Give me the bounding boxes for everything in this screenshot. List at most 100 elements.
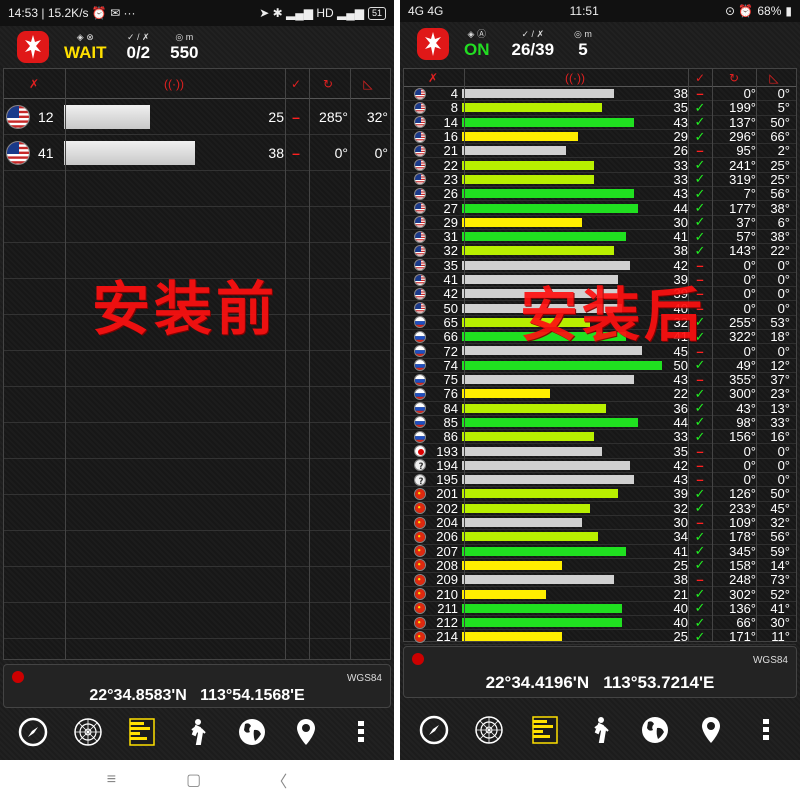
table-row[interactable]: 23 33 ✓ 319° 25°: [404, 171, 796, 188]
signal-bar-track: [462, 375, 662, 385]
signal-bar-track: [462, 446, 662, 456]
table-row[interactable]: 86 33 ✓ 156° 16°: [404, 429, 796, 445]
accuracy-icons: ◎ m: [175, 32, 194, 42]
signal-bar: [462, 618, 622, 628]
table-row[interactable]: 74 50 ✓ 49° 12°: [404, 357, 796, 373]
accuracy: ◎ m 5: [574, 28, 592, 60]
signal-bar: [462, 146, 566, 156]
table-row[interactable]: 214 25 ✓ 171° 11°: [404, 629, 796, 645]
azimuth-value: 95°: [736, 143, 756, 159]
walking-icon[interactable]: [584, 714, 616, 746]
snr-value: 22: [673, 386, 688, 402]
compass-icon[interactable]: [17, 716, 49, 748]
walking-icon[interactable]: [181, 716, 213, 748]
table-row[interactable]: 31 41 ✓ 57° 38°: [404, 229, 796, 245]
flag-unknown-icon: ?: [414, 473, 426, 486]
more-vert-icon[interactable]: [345, 716, 377, 748]
table-row[interactable]: 29 30 ✓ 37° 6°: [404, 214, 796, 230]
signal-bar: [462, 403, 606, 413]
table-row[interactable]: 201 39 ✓ 126° 50°: [404, 486, 796, 502]
signal-bar: [462, 546, 626, 556]
table-row[interactable]: 207 41 ✓ 345° 59°: [404, 543, 796, 559]
satellite-table: ✗ ((·)) ✓ ↻ ◺ 12 25–285° 32° 41 38–0° 0°: [3, 68, 391, 660]
azimuth-value: 136°: [729, 600, 756, 616]
flag-us-icon: [414, 230, 426, 243]
status-icons: ⊙ ⏰ 68% ▮: [725, 4, 792, 18]
snr-value: 50: [673, 357, 688, 373]
signal-bar: [462, 389, 550, 399]
table-row[interactable]: 32 38 ✓ 143° 22°: [404, 243, 796, 259]
snr-value: 38: [673, 572, 688, 588]
table-row[interactable]: 85 44 ✓ 98° 33°: [404, 414, 796, 431]
table-row[interactable]: 16 29 ✓ 296° 66°: [404, 129, 796, 145]
table-row[interactable]: 84 36 ✓ 43° 13°: [404, 400, 796, 416]
azimuth-icon: ↻: [728, 70, 740, 85]
compass-icon[interactable]: [418, 714, 450, 746]
signal-bar-track: [462, 560, 662, 570]
signal-bar: [462, 475, 634, 485]
snr-value: 43: [673, 372, 688, 388]
globe-icon[interactable]: [236, 716, 268, 748]
flag-ru-icon: [414, 402, 426, 415]
table-row[interactable]: 76 22 ✓ 300° 23°: [404, 386, 796, 402]
table-row[interactable]: 14 43 ✓ 137° 50°: [404, 114, 796, 130]
location-pin-icon[interactable]: [695, 714, 727, 746]
table-row[interactable]: 26 43 ✓ 7° 56°: [404, 186, 796, 202]
table-row[interactable]: 21 26– 95° 2°: [404, 143, 796, 159]
table-row[interactable]: 210 21 ✓ 302° 52°: [404, 586, 796, 602]
table-row[interactable]: 212 40 ✓ 66° 30°: [404, 615, 796, 631]
table-row[interactable]: 204 30– 109° 32°: [404, 515, 796, 531]
table-row[interactable]: 193 35– 0° 0°: [404, 443, 796, 459]
table-row[interactable]: 211 40 ✓ 136° 41°: [404, 600, 796, 616]
status-icons: ➤ ✱ ▂▄▆ HD ▂▄▆ 51: [259, 6, 386, 20]
more-vert-icon[interactable]: [750, 714, 782, 746]
table-row[interactable]: 41 38– 0° 0°: [4, 135, 390, 171]
home-button[interactable]: ▢: [186, 770, 201, 790]
signal-bar-track: [462, 103, 662, 113]
table-body: 4 38–0° 0° 8 35 ✓ 199° 5° 14 43 ✓ 137° 50° 16 29 ✓ 296° 6…: [404, 86, 796, 645]
table-body: 12 25–285° 32° 41 38–0° 0°: [4, 99, 390, 171]
sat-id: 193: [436, 443, 458, 459]
radar-icon[interactable]: [473, 714, 505, 746]
used-indicator: ✓: [694, 557, 706, 573]
table-row[interactable]: 206 34 ✓ 178° 56°: [404, 529, 796, 545]
snr-value: 35: [673, 100, 688, 116]
signal-bar: [462, 432, 594, 442]
table-row[interactable]: 75 43– 355° 37°: [404, 372, 796, 388]
table-row[interactable]: 27 44 ✓ 177° 38°: [404, 200, 796, 216]
location-pin-icon[interactable]: [290, 716, 322, 748]
table-row[interactable]: 12 25– 285° 32°: [4, 99, 390, 135]
app-logo-icon[interactable]: [416, 27, 450, 61]
table-row[interactable]: ? 194 42– 0° 0°: [404, 457, 796, 474]
elevation-value: 0°: [777, 457, 790, 473]
sat-id: 76: [443, 386, 458, 402]
azimuth-value: 0°: [743, 86, 756, 102]
table-row[interactable]: 8 35 ✓ 199° 5°: [404, 100, 796, 116]
snr-value: 44: [673, 200, 688, 216]
radar-icon[interactable]: [72, 716, 104, 748]
menu-button[interactable]: ≡: [107, 771, 116, 789]
globe-icon[interactable]: [639, 714, 671, 746]
table-row[interactable]: 202 32 ✓ 233° 45°: [404, 500, 796, 516]
flag-ru-icon: [414, 359, 426, 372]
table-row[interactable]: 4 38– 0° 0°: [404, 86, 796, 102]
snr-value: 43: [673, 114, 688, 130]
sat-id: 32: [443, 243, 458, 259]
snr-value: 33: [673, 429, 688, 445]
sat-count-icons: ✓ / ✗: [521, 29, 545, 39]
azimuth-value: 241°: [729, 157, 756, 173]
table-row[interactable]: 22 33 ✓ 241° 25°: [404, 157, 796, 173]
used-indicator: –: [696, 372, 704, 388]
app-logo-icon[interactable]: [16, 30, 50, 64]
sat-id: 14: [443, 114, 458, 130]
flag-us-icon: [414, 101, 426, 114]
signal-bars-icon[interactable]: [126, 716, 158, 748]
signal-bar-track: [462, 432, 662, 442]
flag-us-icon: [6, 141, 30, 165]
table-row[interactable]: ? 195 43– 0° 0°: [404, 472, 796, 488]
signal-bars-icon[interactable]: [529, 714, 561, 746]
grid-divider: [464, 69, 465, 641]
table-row[interactable]: 208 25 ✓ 158° 14°: [404, 557, 796, 574]
table-row[interactable]: 209 38– 248° 73°: [404, 572, 796, 588]
back-button[interactable]: 〈: [271, 768, 287, 792]
